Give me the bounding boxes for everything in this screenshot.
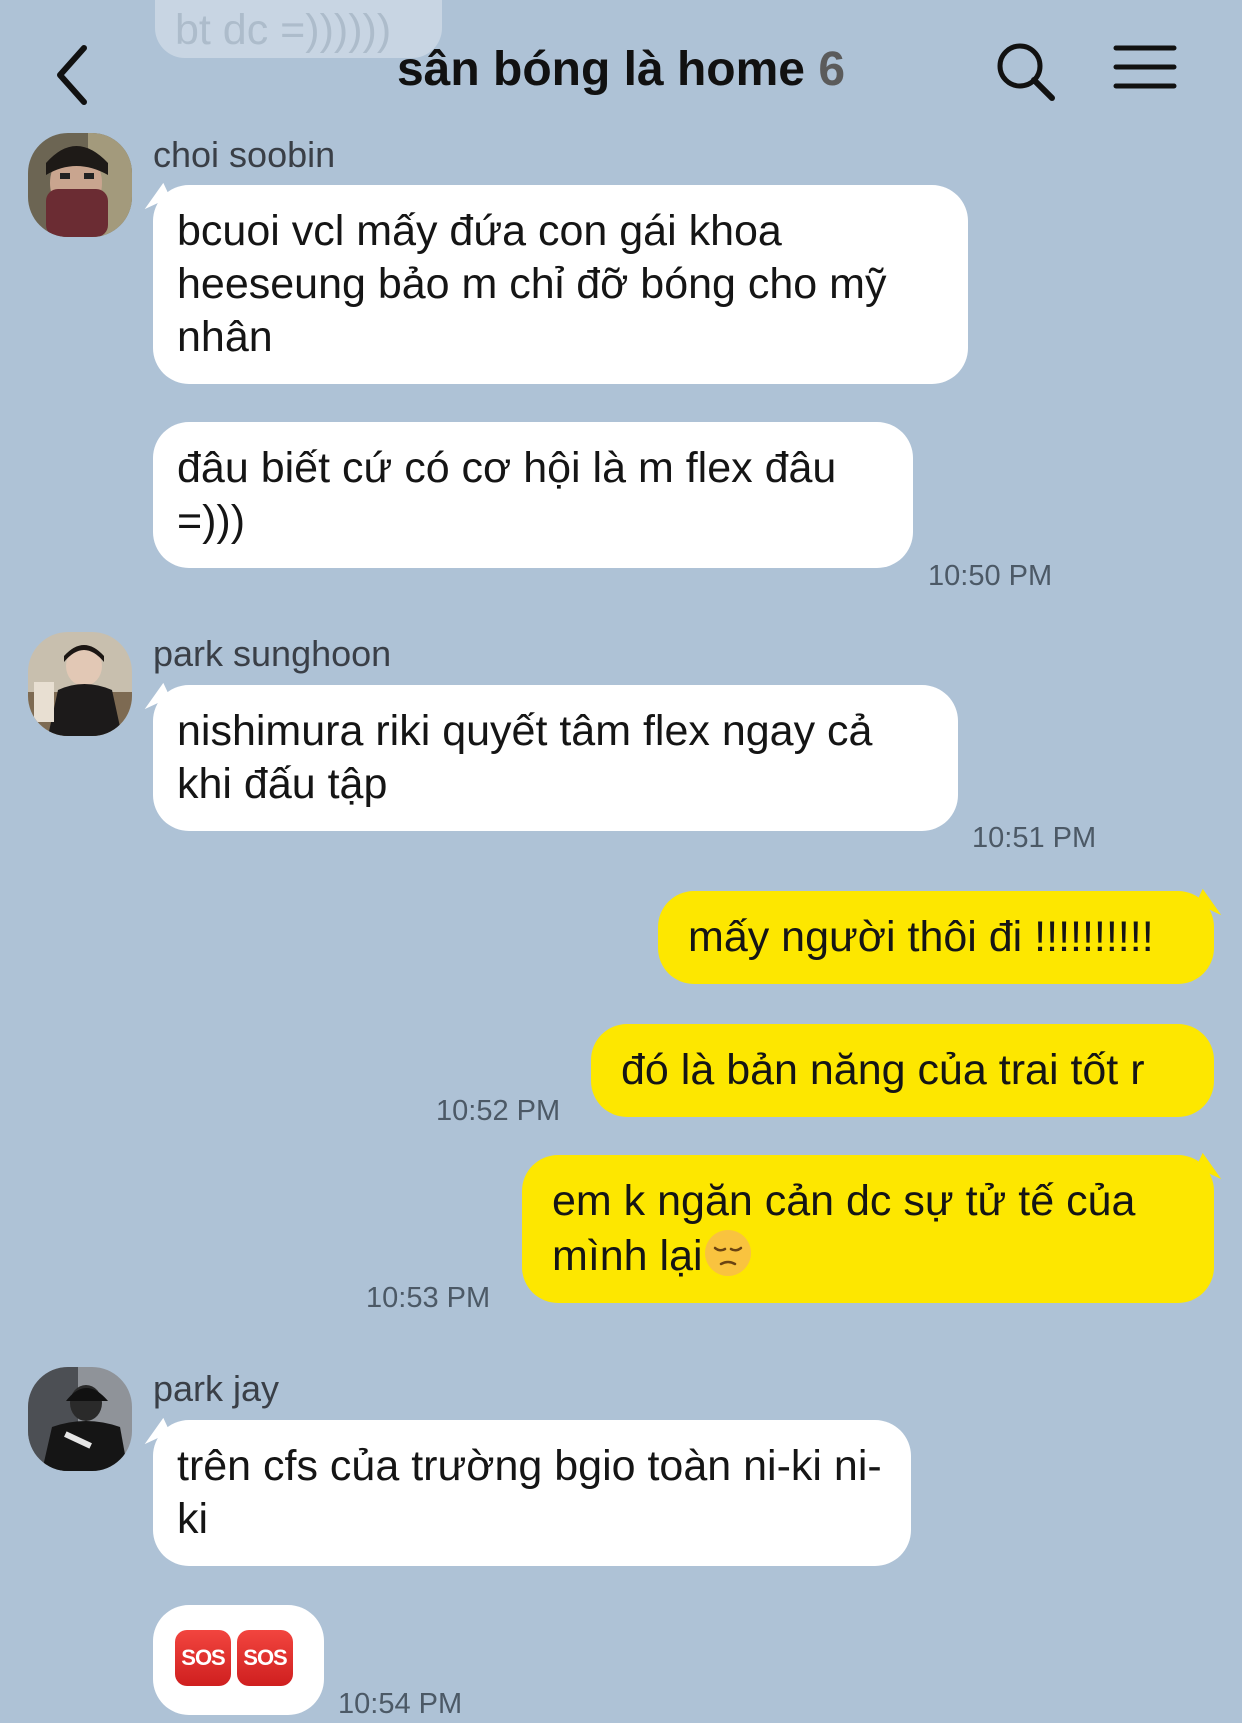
message-text: bcuoi vcl mấy đứa con gái khoa heeseung … [177,207,887,361]
member-count: 6 [818,43,846,96]
message-timestamp: 10:52 PM [436,1095,561,1127]
message-bubble[interactable]: bcuoi vcl mấy đứa con gái khoa heeseung … [153,185,968,384]
message-text: đó là bản năng của trai tốt r [621,1046,1145,1094]
message-timestamp: 10:54 PM [338,1688,463,1720]
chat-title-text: sân bóng là home [396,43,805,96]
sos-emoji-bubble[interactable]: SOS SOS [153,1605,324,1715]
hamburger-menu-icon [1113,45,1177,89]
message-timestamp: 10:53 PM [366,1282,491,1314]
search-icon [997,43,1055,101]
outgoing-message-bubble[interactable]: mấy người thôi đi !!!!!!!!!! [658,891,1214,984]
message-timestamp: 10:51 PM [972,822,1097,854]
message-text: em k ngăn cản dc sự tử tế của mình lại [552,1177,1136,1280]
message-text: đâu biết cứ có cơ hội là m flex đâu =))) [177,444,837,545]
message-text: nishimura riki quyết tâm flex ngay cả kh… [177,707,873,808]
avatar-park-jay[interactable] [28,1367,132,1471]
avatar-choi-soobin[interactable] [28,133,132,237]
message-timestamp: 10:50 PM [928,560,1053,592]
sos-emoji: SOS [237,1629,293,1686]
menu-button[interactable] [1112,42,1178,100]
message-bubble[interactable]: nishimura riki quyết tâm flex ngay cả kh… [153,685,958,831]
outgoing-message-bubble[interactable]: em k ngăn cản dc sự tử tế của mình lại [522,1155,1214,1303]
message-text: trên cfs của trường bgio toàn ni-ki ni-k… [177,1442,882,1543]
avatar-image [28,632,132,736]
sos-emoji: SOS [175,1629,231,1686]
avatar-image [28,1367,132,1471]
message-text: mấy người thôi đi !!!!!!!!!! [688,913,1154,961]
pensive-face-emoji [703,1228,753,1278]
search-button[interactable] [992,38,1060,106]
avatar-park-sunghoon[interactable] [28,632,132,736]
sender-name: park jay [153,1368,280,1409]
avatar-image [28,133,132,237]
chat-header: bt dc =)))))) sân bóng là home 6 [0,0,1242,130]
message-bubble[interactable]: đâu biết cứ có cơ hội là m flex đâu =))) [153,422,913,568]
outgoing-message-bubble[interactable]: đó là bản năng của trai tốt r [591,1024,1214,1117]
sender-name: park sunghoon [153,633,392,674]
sender-name: choi soobin [153,134,336,175]
message-bubble[interactable]: trên cfs của trường bgio toàn ni-ki ni-k… [153,1420,911,1566]
